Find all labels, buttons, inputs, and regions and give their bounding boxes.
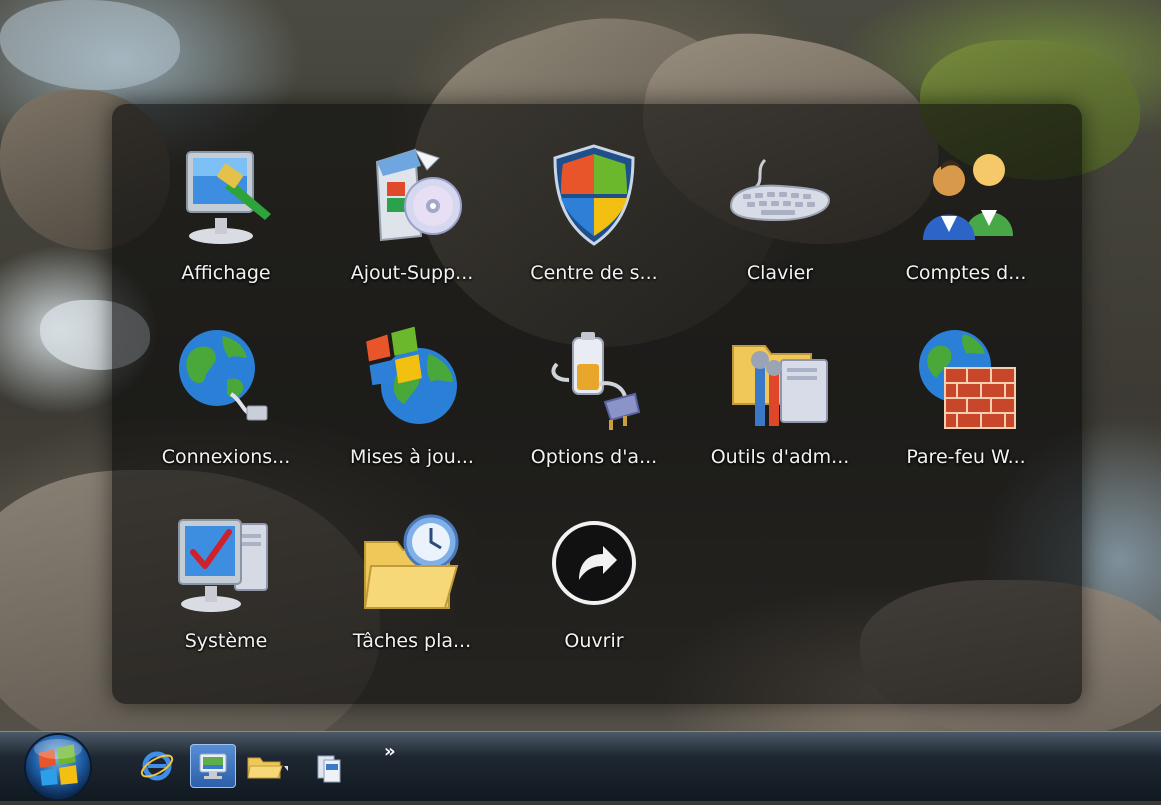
- show-desktop-icon: [199, 753, 227, 779]
- quick-launch-internet-explorer[interactable]: [134, 744, 180, 788]
- control-item-label: Comptes d...: [905, 262, 1027, 284]
- windows-update-icon: [357, 324, 467, 434]
- control-item-system[interactable]: Système: [136, 500, 316, 670]
- security-center-shield-icon: [539, 140, 649, 250]
- quick-launch-switch-windows[interactable]: [306, 744, 352, 788]
- control-item-label: Clavier: [746, 262, 814, 284]
- switch-windows-icon: [317, 755, 341, 783]
- control-item-user-accounts[interactable]: Comptes d...: [876, 132, 1056, 302]
- folder-explorer-icon: [247, 757, 288, 779]
- control-item-label: Affichage: [181, 262, 271, 284]
- control-item-power-options[interactable]: Options d'a...: [504, 316, 684, 486]
- control-item-scheduled-tasks[interactable]: Tâches pla...: [322, 500, 502, 670]
- control-item-label: Outils d'adm...: [710, 446, 850, 468]
- administrative-tools-icon: [725, 324, 835, 434]
- control-item-display[interactable]: Affichage: [136, 132, 316, 302]
- control-item-network-connections[interactable]: Connexions...: [136, 316, 316, 486]
- control-item-add-remove-programs[interactable]: Ajout-Supp...: [322, 132, 502, 302]
- system-icon: [171, 508, 281, 618]
- control-item-label: Ouvrir: [564, 630, 624, 652]
- quick-launch-folder-explorer[interactable]: [242, 744, 288, 788]
- control-item-keyboard[interactable]: Clavier: [690, 132, 870, 302]
- start-button[interactable]: [12, 729, 104, 801]
- power-options-icon: [539, 324, 649, 434]
- control-item-label: Tâches pla...: [352, 630, 472, 652]
- windows-start-orb-icon: [24, 733, 92, 801]
- control-item-security-center[interactable]: Centre de s...: [504, 132, 684, 302]
- quick-launch-overflow-chevron[interactable]: »: [384, 741, 396, 762]
- quick-launch-show-desktop[interactable]: [190, 744, 236, 788]
- scheduled-tasks-icon: [357, 508, 467, 618]
- control-item-administrative-tools[interactable]: Outils d'adm...: [690, 316, 870, 486]
- control-item-label: Options d'a...: [530, 446, 658, 468]
- firewall-icon: [911, 324, 1021, 434]
- control-item-label: Ajout-Supp...: [350, 262, 474, 284]
- open-arrow-icon: [539, 508, 649, 618]
- control-item-label: Système: [184, 630, 268, 652]
- control-item-label: Connexions...: [161, 446, 291, 468]
- internet-explorer-icon: [140, 751, 174, 781]
- display-settings-icon: [171, 140, 281, 250]
- network-connections-icon: [171, 324, 281, 434]
- control-item-open[interactable]: Ouvrir: [504, 500, 684, 670]
- control-item-firewall[interactable]: Pare-feu W...: [876, 316, 1056, 486]
- control-item-label: Pare-feu W...: [906, 446, 1026, 468]
- control-item-label: Centre de s...: [530, 262, 658, 284]
- control-item-label: Mises à jou...: [350, 446, 474, 468]
- user-accounts-icon: [911, 140, 1021, 250]
- control-item-windows-update[interactable]: Mises à jou...: [322, 316, 502, 486]
- add-remove-programs-icon: [357, 140, 467, 250]
- keyboard-icon: [725, 140, 835, 250]
